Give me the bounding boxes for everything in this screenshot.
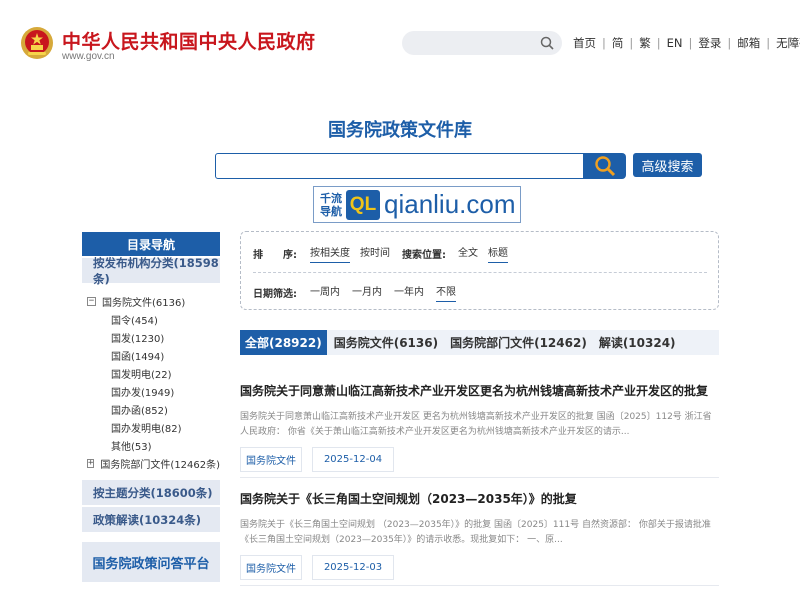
search-icon[interactable] xyxy=(540,36,554,50)
tab-department-docs[interactable]: 国务院部门文件(12462) xyxy=(445,330,592,355)
site-header: 中华人民共和国中央人民政府 www.gov.cn 首页 | 简 | 繁 | EN… xyxy=(0,0,800,80)
sort-time[interactable]: 按时间 xyxy=(360,244,390,263)
tree-item[interactable]: 国发(1230) xyxy=(82,328,220,346)
tab-all[interactable]: 全部(28922) xyxy=(240,330,327,355)
expand-icon[interactable]: + xyxy=(87,458,95,468)
result-item: 国务院关于《长三角国土空间规划（2023—2035年）》的批复 国务院关于《长三… xyxy=(240,490,719,580)
tree-item[interactable]: 国办发明电(82) xyxy=(82,418,220,436)
result-tags: 国务院文件 2025-12-04 xyxy=(240,447,719,472)
tree-item-label: 国务院部门文件(12462条) xyxy=(100,459,221,471)
watermark-nav-text: 千流 导航 xyxy=(316,192,346,218)
watermark-domain: qianliu.com xyxy=(384,189,516,219)
sort-relevance[interactable]: 按相关度 xyxy=(310,244,350,263)
tree-item[interactable]: 其他(53) xyxy=(82,436,220,454)
sidebar-by-topic[interactable]: 按主题分类(18600条) xyxy=(82,480,220,505)
nav-separator: | xyxy=(766,36,771,50)
watermark-nav-line2: 导航 xyxy=(320,204,342,218)
policy-qa-platform-link[interactable]: 国务院政策问答平台 xyxy=(82,542,220,582)
sort-row: 排 序: 按相关度 按时间 搜索位置: 全文 标题 xyxy=(253,244,508,263)
result-title[interactable]: 国务院关于同意萧山临江高新技术产业开发区更名为杭州钱塘高新技术产业开发区的批复 xyxy=(240,382,719,399)
nav-simplified[interactable]: 简 xyxy=(612,35,624,51)
watermark-nav-line1: 千流 xyxy=(320,191,342,205)
nav-separator: | xyxy=(727,36,732,50)
sidebar-title: 目录导航 xyxy=(82,232,220,256)
filter-divider xyxy=(253,272,707,273)
result-title[interactable]: 国务院关于《长三角国土空间规划（2023—2035年）》的批复 xyxy=(240,490,719,507)
result-summary: 国务院关于《长三角国土空间规划 （2023—2035年）》的批复 国函〔2025… xyxy=(240,520,711,545)
page-title: 国务院政策文件库 xyxy=(328,120,472,141)
result-category-tag[interactable]: 国务院文件 xyxy=(240,555,302,580)
result-divider xyxy=(240,585,719,586)
national-emblem-icon[interactable] xyxy=(20,26,54,60)
watermark-logo: 千流 导航 QL qianliu.com xyxy=(313,186,521,223)
result-tabs: 全部(28922) 国务院文件(6136) 国务院部门文件(12462) 解读(… xyxy=(240,330,719,355)
search-icon xyxy=(595,156,616,177)
top-nav: 首页 | 简 | 繁 | EN | 登录 | 邮箱 | 无障碍 xyxy=(573,35,800,51)
tree-item[interactable]: 国发明电(22) xyxy=(82,364,220,382)
tree-item[interactable]: 国办函(852) xyxy=(82,400,220,418)
nav-separator: | xyxy=(629,36,634,50)
header-search-input[interactable] xyxy=(402,31,562,55)
nav-traditional[interactable]: 繁 xyxy=(639,35,651,51)
watermark-ql-logo: QL xyxy=(346,189,380,220)
date-month[interactable]: 一月内 xyxy=(352,283,382,302)
nav-english[interactable]: EN xyxy=(667,36,683,50)
tree-item-department-docs[interactable]: + 国务院部门文件(12462条) xyxy=(82,454,220,472)
result-divider xyxy=(240,477,719,478)
sidebar-policy-interpretation[interactable]: 政策解读(10324条) xyxy=(82,507,220,532)
result-summary: 国务院关于同意萧山临江高新技术产业开发区 更名为杭州钱塘高新技术产业开发区的批复… xyxy=(240,412,712,437)
nav-separator: | xyxy=(688,36,693,50)
nav-separator: | xyxy=(656,36,661,50)
tree-item[interactable]: 国令(454) xyxy=(82,310,220,328)
result-item: 国务院关于同意萧山临江高新技术产业开发区更名为杭州钱塘高新技术产业开发区的批复 … xyxy=(240,382,719,472)
result-date-tag: 2025-12-03 xyxy=(312,555,394,580)
date-filter-label: 日期筛选: xyxy=(253,289,297,300)
sort-label: 排 序: xyxy=(253,250,297,261)
position-fulltext[interactable]: 全文 xyxy=(458,244,478,263)
tree-item[interactable]: 国函(1494) xyxy=(82,346,220,364)
nav-accessibility[interactable]: 无障碍 xyxy=(776,35,800,51)
sidebar: 目录导航 按发布机构分类(18598条) − 国务院文件(6136) 国令(45… xyxy=(82,232,220,582)
search-position-label: 搜索位置: xyxy=(402,250,446,261)
site-url: www.gov.cn xyxy=(62,51,115,62)
nav-separator: | xyxy=(602,36,606,50)
nav-home[interactable]: 首页 xyxy=(573,35,596,51)
date-year[interactable]: 一年内 xyxy=(394,283,424,302)
result-tags: 国务院文件 2025-12-03 xyxy=(240,555,719,580)
tree-item[interactable]: 国办发(1949) xyxy=(82,382,220,400)
site-title[interactable]: 中华人民共和国中央人民政府 xyxy=(62,27,316,54)
date-row: 日期筛选: 一周内 一月内 一年内 不限 xyxy=(253,283,456,302)
advanced-search-button[interactable]: 高级搜索 xyxy=(633,153,702,177)
filter-panel: 排 序: 按相关度 按时间 搜索位置: 全文 标题 日期筛选: 一周内 一月内 … xyxy=(240,231,719,310)
nav-login[interactable]: 登录 xyxy=(698,35,721,51)
collapse-icon[interactable]: − xyxy=(87,296,96,306)
position-title[interactable]: 标题 xyxy=(488,244,508,263)
tab-state-council-docs[interactable]: 国务院文件(6136) xyxy=(329,330,443,355)
tree-item-label: 国务院文件(6136) xyxy=(102,297,186,309)
result-date-tag: 2025-12-04 xyxy=(312,447,394,472)
date-unlimited[interactable]: 不限 xyxy=(436,283,456,302)
date-week[interactable]: 一周内 xyxy=(310,283,340,302)
sidebar-by-org[interactable]: 按发布机构分类(18598条) xyxy=(82,256,220,286)
result-category-tag[interactable]: 国务院文件 xyxy=(240,447,302,472)
nav-mail[interactable]: 邮箱 xyxy=(737,35,760,51)
org-tree: − 国务院文件(6136) 国令(454) 国发(1230) 国函(1494) … xyxy=(82,283,220,478)
tree-item-state-council-docs[interactable]: − 国务院文件(6136) xyxy=(82,292,220,310)
main-search-input[interactable] xyxy=(215,153,584,179)
main-search-button[interactable] xyxy=(584,153,626,179)
tab-interpretation[interactable]: 解读(10324) xyxy=(594,330,681,355)
